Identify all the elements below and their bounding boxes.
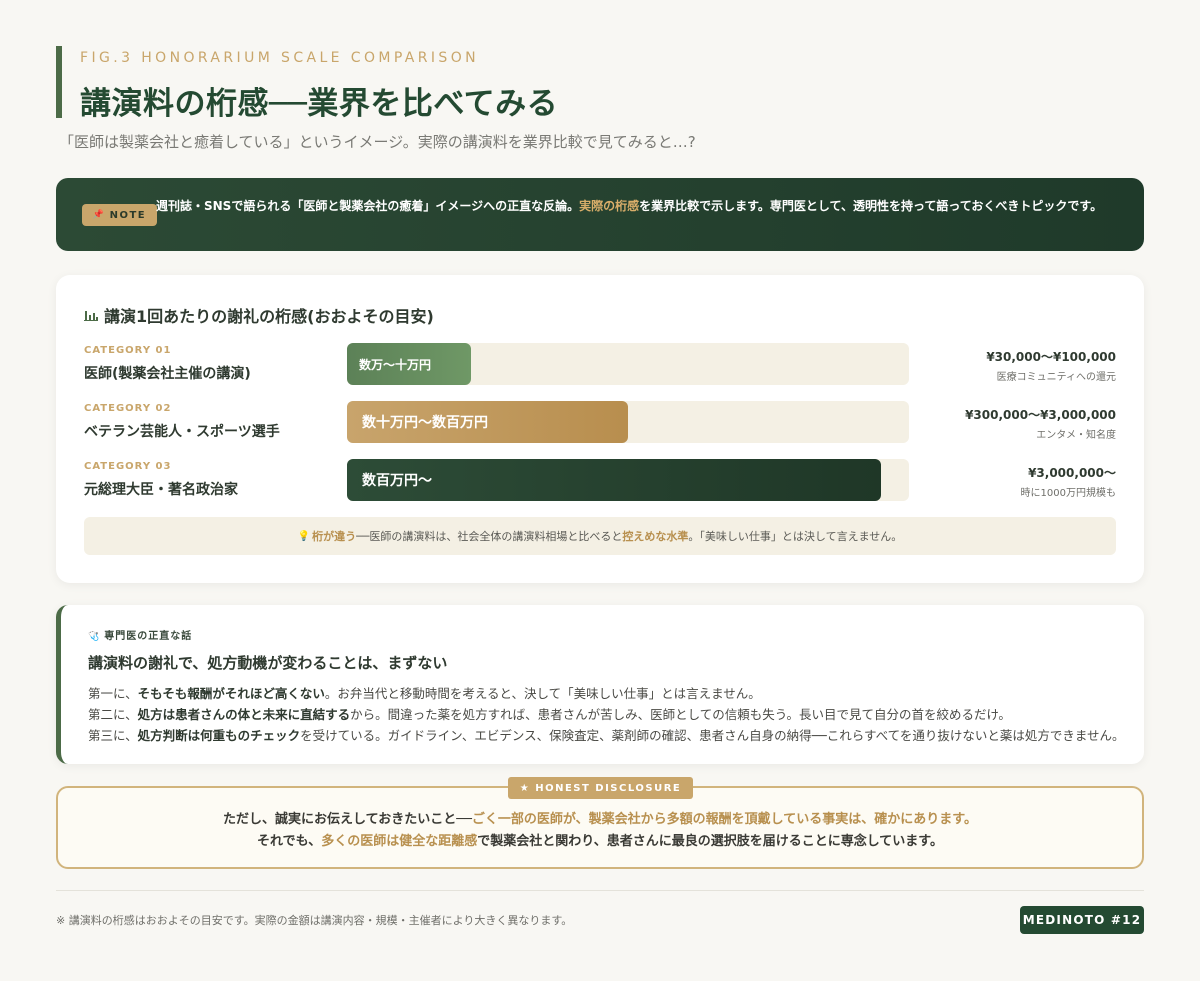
lightbulb-icon: 💡 [297, 530, 311, 542]
note-box: 📌 NOTE 週刊誌・SNSで語られる「医師と製薬会社の癒着」イメージへの正直な… [56, 178, 1144, 251]
category-label: CATEGORY 02 [84, 403, 172, 414]
disclosure-badge: ★ HONEST DISCLOSURE [508, 777, 693, 799]
comparison-title-text: 講演1回あたりの謝礼の桁感(おおよその目安) [104, 307, 434, 326]
note-badge: 📌 NOTE [82, 204, 157, 226]
expert-kicker-text: 専門医の正直な話 [104, 631, 193, 642]
comparison-tip: 💡 桁が違う ──医師の講演料は、社会全体の講演料相場と比べると 控えめな水準 … [84, 517, 1116, 555]
category-name: ベテラン芸能人・スポーツ選手 [84, 424, 280, 440]
note-text-highlight: 実際の桁感 [579, 199, 640, 213]
footnote: ※ 講演料の桁感はおおよその目安です。実際の金額は講演内容・規模・主催者により大… [56, 914, 573, 927]
amount-value: ¥300,000〜¥3,000,000 [965, 408, 1116, 422]
tip-highlight: 控えめな水準 [622, 530, 689, 543]
comparison-row: CATEGORY 03 元総理大臣・著名政治家 数百万円〜 ¥3,000,000… [84, 459, 1116, 503]
header-accent-bar [56, 46, 62, 118]
stethoscope-icon: 🩺 [88, 632, 101, 642]
tip-lead: 桁が違う [312, 530, 357, 543]
figure-label: FIG.3 HONORARIUM SCALE COMPARISON [80, 50, 480, 66]
comparison-row: CATEGORY 02 ベテラン芸能人・スポーツ選手 数十万円〜数百万円 ¥30… [84, 401, 1116, 445]
expert-line: 第一に、そもそも報酬がそれほど高くない。お弁当代と移動時間を考えると、決して「美… [88, 686, 761, 701]
note-badge-label: NOTE [109, 209, 147, 221]
bar-track: 数十万円〜数百万円 [347, 401, 909, 443]
bar-fill: 数万〜十万円 [347, 343, 471, 385]
tip-middle: ──医師の講演料は、社会全体の講演料相場と比べると [356, 530, 623, 543]
category-label: CATEGORY 01 [84, 345, 172, 356]
bar-track: 数百万円〜 [347, 459, 909, 501]
expert-section: 🩺 専門医の正直な話 講演料の謝礼で、処方動機が変わることは、まずない 第一に、そ… [56, 605, 1144, 764]
disclosure-line-1: ただし、誠実にお伝えしておきたいこと──ごく一部の医師が、製薬会社から多額の報酬… [223, 812, 977, 827]
note-text-after: を業界比較で示します。専門医として、透明性を持って語っておくべきトピックです。 [639, 199, 1103, 213]
category-label: CATEGORY 03 [84, 461, 172, 472]
amount-note: エンタメ・知名度 [1036, 430, 1116, 441]
note-text: 週刊誌・SNSで語られる「医師と製薬会社の癒着」イメージへの正直な反論。実際の桁… [156, 197, 1106, 215]
series-badge: MEDINOTO #12 [1020, 906, 1144, 934]
comparison-title: 講演1回あたりの謝礼の桁感(おおよその目安) [84, 303, 434, 327]
bar-fill: 数百万円〜 [347, 459, 881, 501]
bar-fill: 数十万円〜数百万円 [347, 401, 628, 443]
disclosure-line-2: それでも、多くの医師は健全な距離感で製薬会社と関わり、患者さんに最良の選択肢を届… [256, 834, 944, 849]
amount-value: ¥3,000,000〜 [1028, 466, 1116, 480]
page-title: 講演料の桁感──業界を比べてみる [80, 86, 559, 122]
tip-tail: 。「美味しい仕事」とは決して言えません。 [688, 530, 903, 543]
amount-value: ¥30,000〜¥100,000 [986, 350, 1116, 364]
expert-kicker: 🩺 専門医の正直な話 [88, 627, 192, 642]
expert-line: 第三に、処方判断は何重ものチェックを受けている。ガイドライン、エビデンス、保険査… [88, 728, 1125, 743]
expert-title: 講演料の謝礼で、処方動機が変わることは、まずない [88, 654, 448, 672]
note-text-before: 週刊誌・SNSで語られる「医師と製薬会社の癒着」イメージへの正直な反論。 [156, 199, 580, 213]
page-subtitle: 「医師は製薬会社と癒着している」というイメージ。実際の講演料を業界比較で見てみる… [59, 133, 696, 151]
bar-track: 数万〜十万円 [347, 343, 909, 385]
honest-disclosure: ★ HONEST DISCLOSURE ただし、誠実にお伝えしておきたいこと──… [56, 777, 1144, 869]
comparison-row: CATEGORY 01 医師(製薬会社主催の講演) 数万〜十万円 ¥30,000… [84, 343, 1116, 387]
category-name: 医師(製薬会社主催の講演) [84, 366, 251, 382]
expert-body: 第一に、そもそも報酬がそれほど高くない。お弁当代と移動時間を考えると、決して「美… [88, 683, 1138, 746]
comparison-card: 講演1回あたりの謝礼の桁感(おおよその目安) CATEGORY 01 医師(製薬… [56, 275, 1144, 583]
footer-divider [56, 890, 1144, 891]
amount-note: 医療コミュニティへの還元 [996, 372, 1116, 383]
amount-note: 時に1000万円規模も [1020, 488, 1116, 499]
category-name: 元総理大臣・著名政治家 [84, 482, 238, 498]
disclosure-text: ただし、誠実にお伝えしておきたいこと──ごく一部の医師が、製薬会社から多額の報酬… [58, 809, 1142, 853]
pin-icon: 📌 [92, 210, 106, 220]
bar-chart-icon [84, 309, 98, 321]
expert-line: 第二に、処方は患者さんの体と未来に直結するから。間違った薬を処方すれば、患者さん… [88, 707, 1011, 722]
